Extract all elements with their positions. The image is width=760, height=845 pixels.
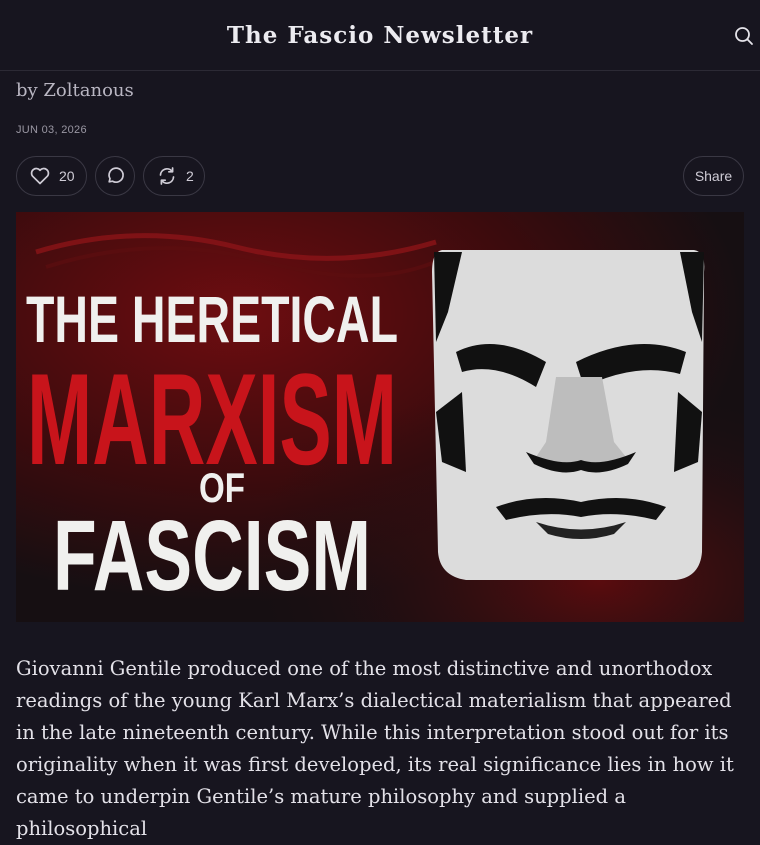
like-count: 20 (59, 168, 75, 184)
restack-button[interactable]: 2 (143, 156, 205, 196)
top-bar: The Fascio Newsletter (0, 0, 760, 71)
like-button[interactable]: 20 (16, 156, 87, 196)
search-icon (735, 27, 753, 45)
restack-icon (159, 167, 175, 185)
heart-icon (30, 167, 50, 185)
hero-image[interactable]: THE HERETICAL MARXISM OF FASCISM (16, 212, 744, 622)
search-button[interactable] (732, 24, 756, 48)
publication-title[interactable]: The Fascio Newsletter (227, 22, 533, 49)
hero-line-4: FASCISM (53, 500, 371, 612)
post-date: JUN 03, 2026 (16, 124, 87, 136)
comment-icon (108, 167, 124, 183)
face-mask-illustration (432, 250, 705, 580)
restack-count: 2 (186, 168, 194, 184)
hero-artwork: THE HERETICAL MARXISM OF FASCISM (16, 212, 744, 622)
author-byline[interactable]: by Zoltanous (16, 80, 134, 101)
hero-line-1: THE HERETICAL (26, 282, 398, 356)
comment-button[interactable] (95, 156, 135, 196)
share-button[interactable]: Share (683, 156, 744, 196)
article-paragraph: Giovanni Gentile produced one of the mos… (16, 657, 734, 840)
